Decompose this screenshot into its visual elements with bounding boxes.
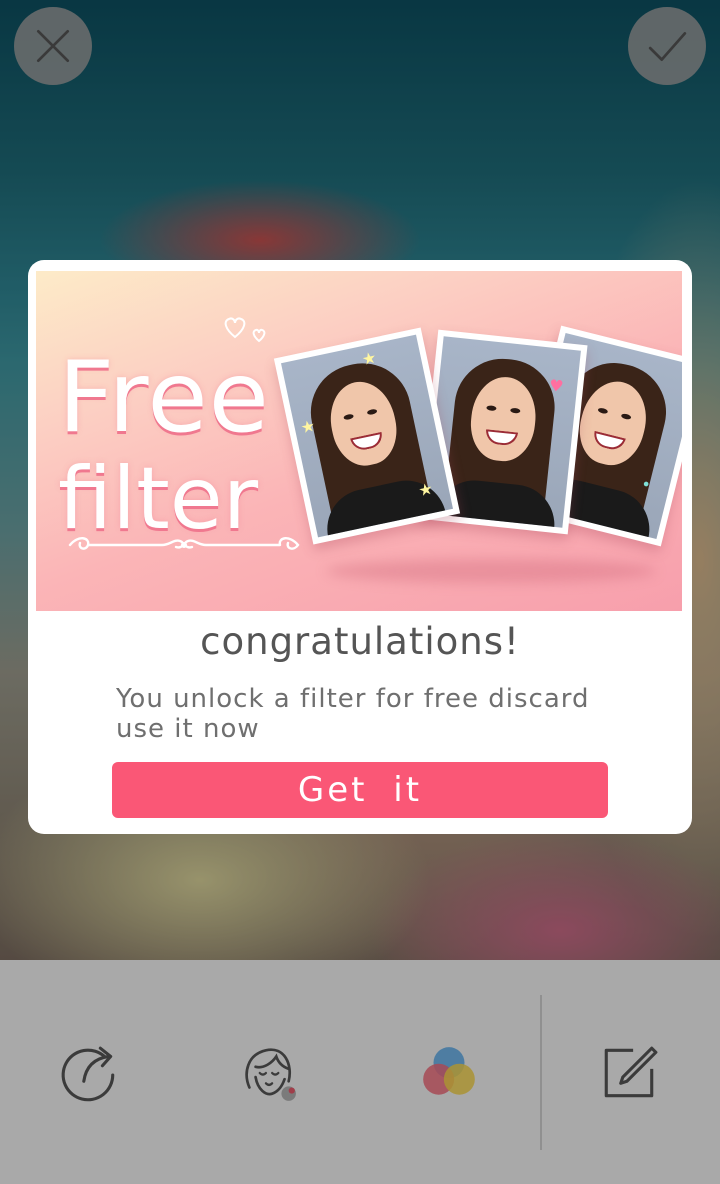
banner-title-free: Free [58, 341, 270, 455]
checkmark-icon [648, 32, 687, 62]
sample-photo-card: ★ ★ ★ [273, 327, 461, 545]
close-button[interactable] [14, 7, 92, 85]
confirm-button[interactable] [628, 7, 706, 85]
close-icon [36, 29, 70, 63]
get-it-button[interactable]: Get it [112, 762, 608, 818]
free-filter-dialog: Free filter ♥ • ♥ ♥ [28, 260, 692, 834]
banner-title-filter: filter [58, 449, 259, 549]
cards-shadow [326, 559, 656, 583]
dialog-message: You unlock a filter for free discard use… [116, 684, 590, 744]
promo-banner: Free filter ♥ • ♥ ♥ [36, 271, 682, 611]
dialog-title: congratulations! [200, 620, 520, 663]
swirl-ornament-icon [68, 537, 300, 550]
